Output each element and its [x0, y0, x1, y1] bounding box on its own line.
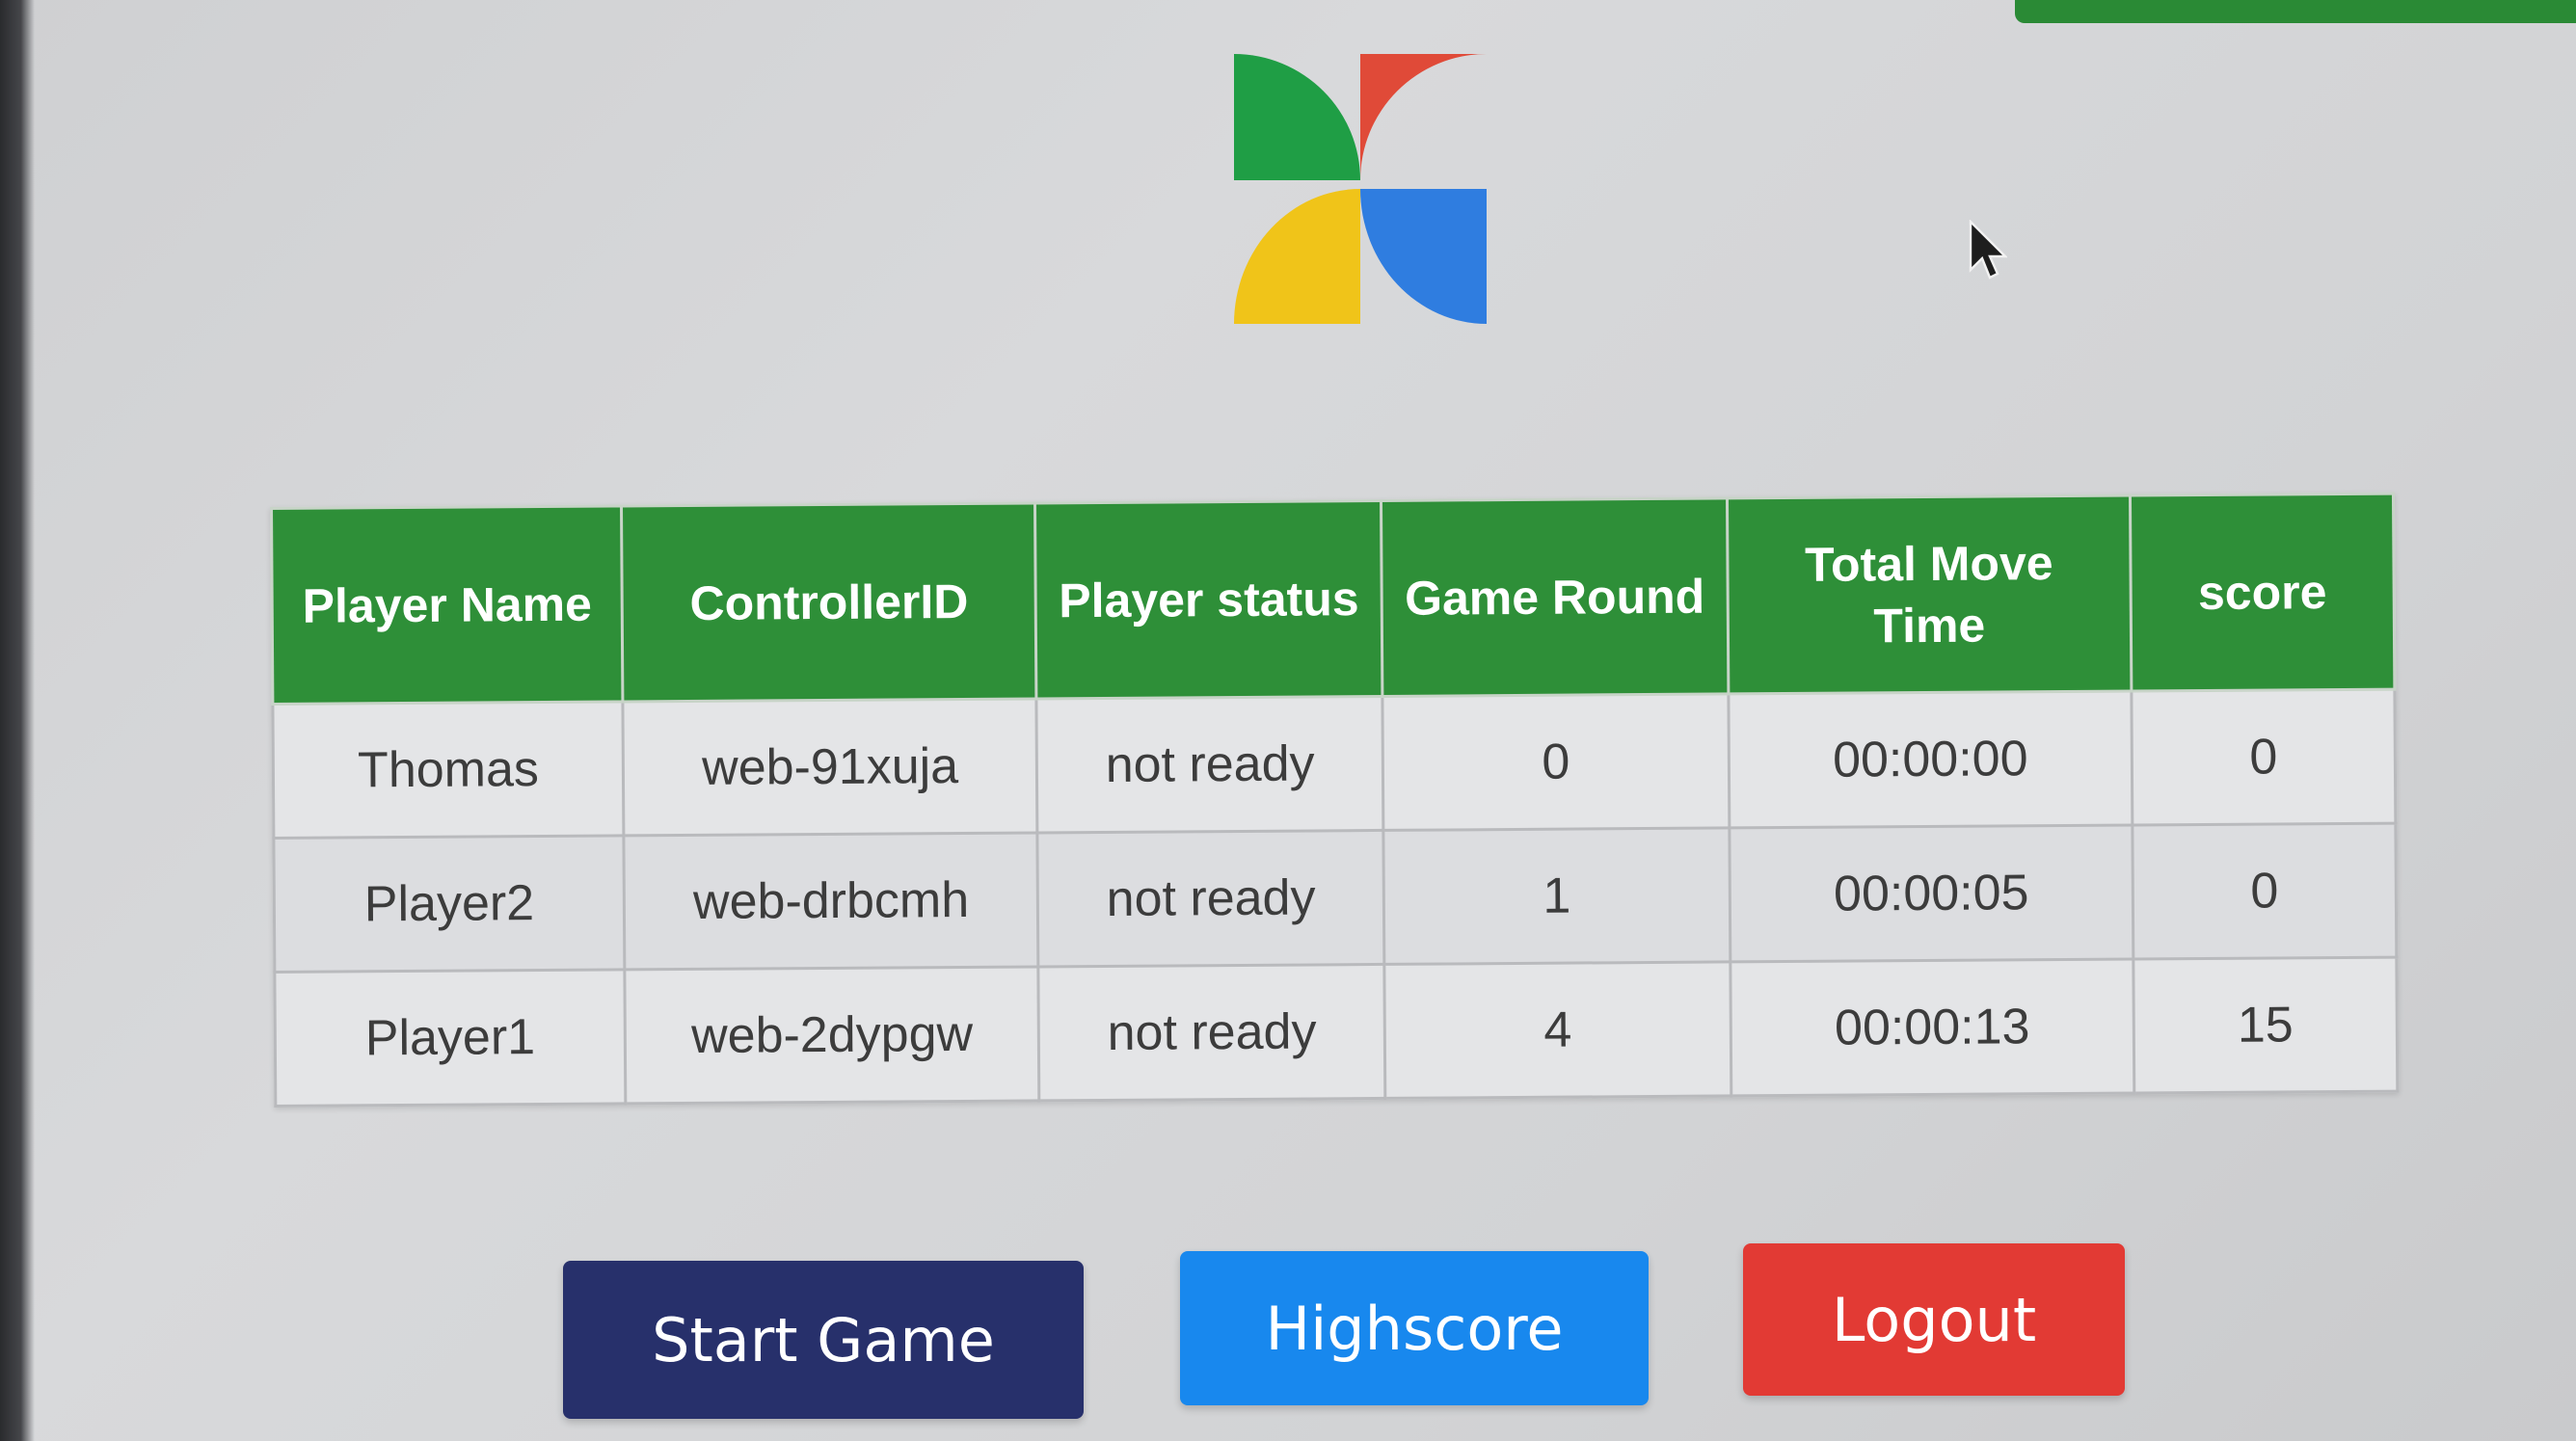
header-controller-id: ControllerID [621, 502, 1037, 702]
cell-total-move-time: 00:00:13 [1730, 959, 2134, 1096]
header-game-round: Game Round [1381, 497, 1729, 697]
cell-player-name: Player2 [273, 835, 626, 973]
header-total-move-time: Total Move Time [1727, 495, 2132, 694]
cell-player-status: not ready [1038, 964, 1385, 1101]
cell-game-round: 1 [1382, 827, 1731, 965]
table-header-row: Player Name ControllerID Player status G… [271, 494, 2395, 705]
start-game-button[interactable]: Start Game [563, 1261, 1084, 1419]
cell-controller-id: web-2dypgw [625, 966, 1040, 1104]
cell-total-move-time: 00:00:00 [1728, 691, 2133, 828]
top-accent-bar [2015, 0, 2576, 23]
mouse-pointer-icon [1969, 220, 2007, 280]
highscore-button[interactable]: Highscore [1180, 1251, 1649, 1405]
table-row: Thomas web-91xuja not ready 0 00:00:00 0 [272, 689, 2396, 839]
cell-game-round: 4 [1383, 961, 1731, 1099]
logout-button[interactable]: Logout [1743, 1243, 2125, 1396]
header-player-status: Player status [1034, 500, 1382, 699]
cell-player-status: not ready [1036, 696, 1383, 833]
cell-score: 0 [2131, 689, 2396, 826]
cell-controller-id: web-drbcmh [624, 832, 1039, 970]
header-score: score [2130, 494, 2395, 692]
cell-total-move-time: 00:00:05 [1729, 825, 2133, 962]
table-row: Player1 web-2dypgw not ready 4 00:00:13 … [274, 957, 2398, 1107]
cell-game-round: 0 [1382, 693, 1730, 831]
cell-score: 0 [2132, 823, 2397, 960]
cell-player-name: Player1 [274, 969, 626, 1107]
players-table-container: Player Name ControllerID Player status G… [270, 492, 2400, 1107]
header-player-name: Player Name [271, 505, 624, 705]
screen-bezel [0, 0, 35, 1441]
table-row: Player2 web-drbcmh not ready 1 00:00:05 … [273, 823, 2397, 973]
cell-player-name: Thomas [272, 701, 625, 839]
cell-player-status: not ready [1037, 830, 1384, 967]
cell-controller-id: web-91xuja [623, 698, 1038, 836]
cell-score: 15 [2133, 957, 2398, 1094]
players-table: Player Name ControllerID Player status G… [270, 492, 2400, 1107]
pinwheel-logo-icon [1234, 54, 1487, 324]
